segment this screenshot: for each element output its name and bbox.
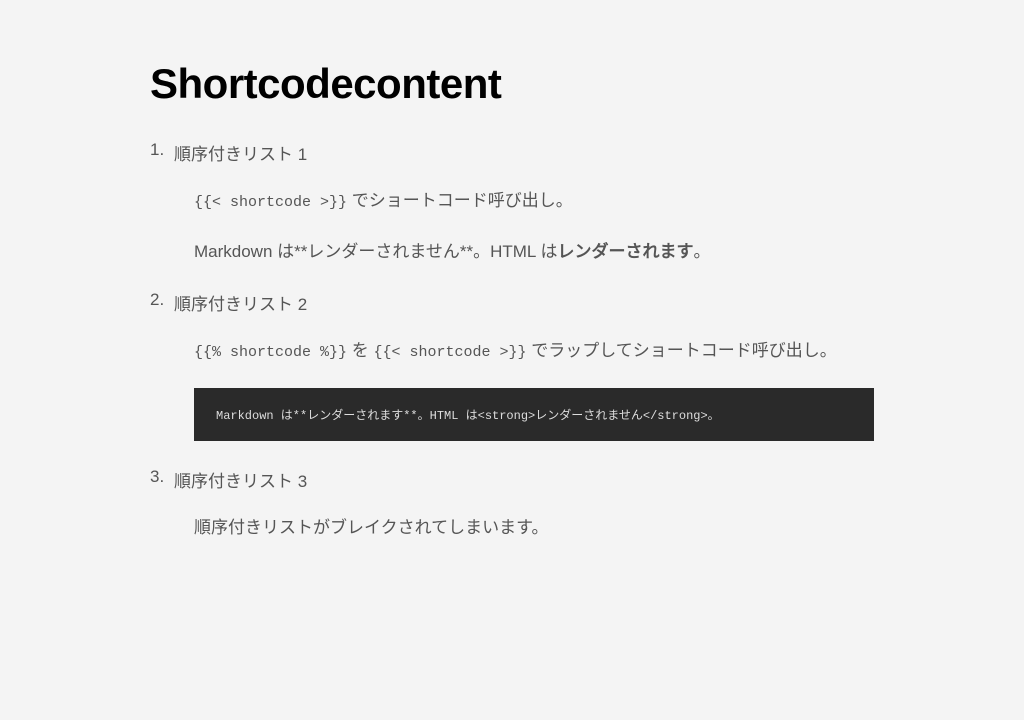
- page-title: Shortcodecontent: [150, 60, 874, 108]
- inline-code: {{% shortcode %}}: [194, 344, 347, 361]
- text: を: [347, 341, 373, 360]
- list-item-paragraph: Markdown は**レンダーされません**。HTML はレンダーされます。: [174, 238, 874, 266]
- list-item-label: 順序付きリスト 2: [174, 290, 874, 315]
- list-item-paragraph: {{< shortcode >}} でショートコード呼び出し。: [174, 187, 874, 216]
- text: Markdown は**レンダーされません**。HTML は: [194, 242, 557, 261]
- list-item: 順序付きリスト 3 順序付きリストがブレイクされてしまいます。: [174, 467, 874, 542]
- ordered-list: 順序付きリスト 1 {{< shortcode >}} でショートコード呼び出し…: [150, 140, 874, 542]
- inline-code: {{< shortcode >}}: [194, 194, 347, 211]
- code-block: Markdown は**レンダーされます**。HTML は<strong>レンダ…: [194, 388, 874, 441]
- list-item: 順序付きリスト 1 {{< shortcode >}} でショートコード呼び出し…: [174, 140, 874, 266]
- text: 。: [693, 242, 710, 261]
- text: でショートコード呼び出し。: [347, 191, 573, 210]
- code-block-container[interactable]: Markdown は**レンダーされます**。HTML は<strong>レンダ…: [194, 388, 874, 443]
- list-item-label: 順序付きリスト 1: [174, 140, 874, 165]
- inline-code: {{< shortcode >}}: [373, 344, 526, 361]
- list-item-paragraph: 順序付きリストがブレイクされてしまいます。: [174, 514, 874, 542]
- list-item: 順序付きリスト 2 {{% shortcode %}} を {{< shortc…: [174, 290, 874, 443]
- list-item-paragraph: {{% shortcode %}} を {{< shortcode >}} でラ…: [174, 337, 874, 366]
- text: でラップしてショートコード呼び出し。: [527, 341, 837, 360]
- list-item-label: 順序付きリスト 3: [174, 467, 874, 492]
- bold-text: レンダーされます: [557, 242, 693, 261]
